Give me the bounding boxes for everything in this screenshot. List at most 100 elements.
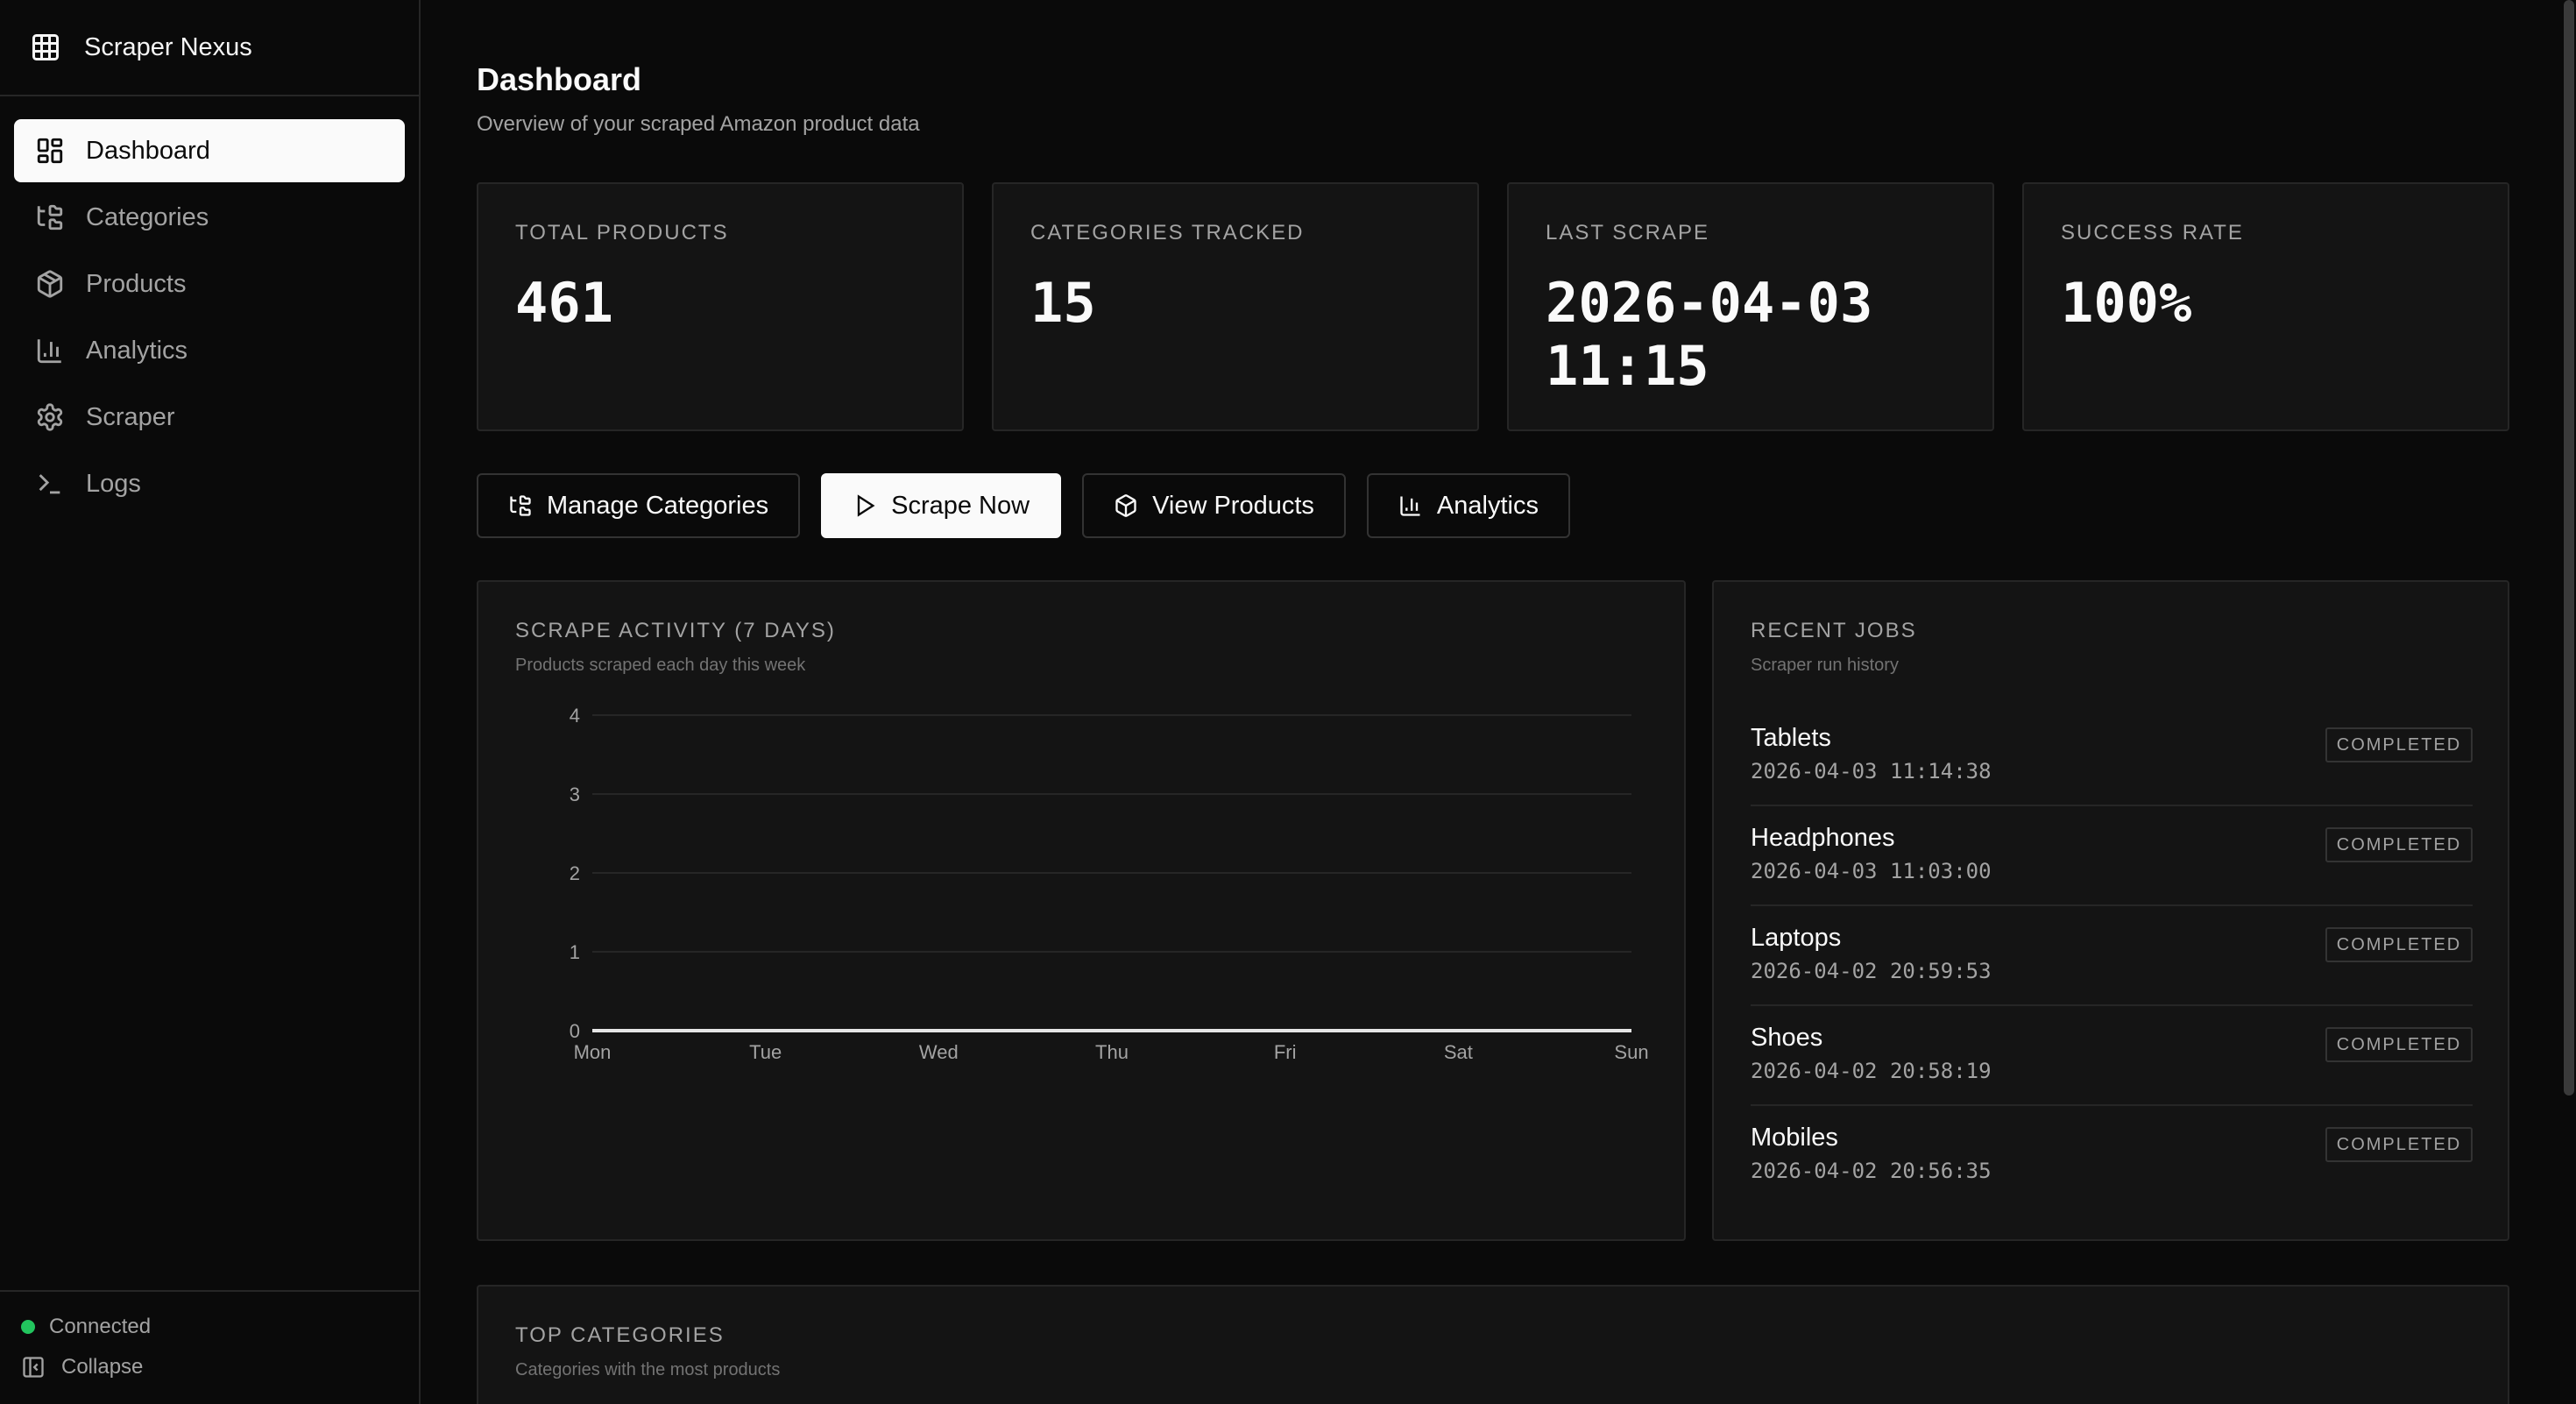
y-tick-label: 3 xyxy=(570,784,580,805)
status-badge: COMPLETED xyxy=(2325,927,2473,962)
stat-card-total-products: TOTAL PRODUCTS 461 xyxy=(477,182,964,431)
main-content: Dashboard Overview of your scraped Amazo… xyxy=(477,0,2509,1404)
categories-icon xyxy=(510,495,531,516)
status-badge: COMPLETED xyxy=(2325,1027,2473,1062)
x-tick-label: Mon xyxy=(574,1041,612,1063)
job-name: Shoes xyxy=(1751,1024,1823,1052)
job-time: 2026-04-03 11:14:38 xyxy=(1751,759,1992,784)
terminal-icon xyxy=(39,474,60,494)
job-row[interactable]: Headphones 2026-04-03 11:03:00 COMPLETED xyxy=(1751,806,2473,906)
collapse-label: Collapse xyxy=(61,1355,144,1379)
sidebar-item-label: Logs xyxy=(86,469,141,498)
page-scrollbar[interactable] xyxy=(2564,0,2574,1096)
x-tick-label: Tue xyxy=(749,1041,782,1063)
sidebar-item-products[interactable]: Products xyxy=(14,252,405,316)
page-subtitle: Overview of your scraped Amazon product … xyxy=(477,112,920,136)
button-label: View Products xyxy=(1152,491,1314,520)
job-row[interactable]: Mobiles 2026-04-02 20:56:35 COMPLETED xyxy=(1751,1106,2473,1206)
sidebar-item-label: Products xyxy=(86,269,187,298)
brand[interactable]: Scraper Nexus xyxy=(0,0,419,96)
status-badge: COMPLETED xyxy=(2325,727,2473,762)
x-tick-label: Thu xyxy=(1095,1041,1129,1063)
stat-value: 100% xyxy=(2061,271,2192,335)
grid-logo-icon xyxy=(32,34,59,60)
y-tick-label: 4 xyxy=(570,705,580,727)
app-name: Scraper Nexus xyxy=(84,32,252,61)
stat-label: LAST SCRAPE xyxy=(1546,221,1709,245)
dashboard-icon xyxy=(37,138,63,164)
scrape-now-button[interactable]: Scrape Now xyxy=(821,473,1062,538)
sidebar-item-scraper[interactable]: Scraper xyxy=(14,386,405,449)
stat-value: 461 xyxy=(515,271,613,335)
job-row[interactable]: Tablets 2026-04-03 11:14:38 COMPLETED xyxy=(1751,706,2473,806)
sidebar-nav: Dashboard Categories Products Analytics … xyxy=(14,119,405,519)
quick-actions: Manage Categories Scrape Now View Produc… xyxy=(477,473,1591,538)
y-tick-label: 1 xyxy=(570,941,580,963)
categories-icon xyxy=(37,204,63,230)
button-label: Manage Categories xyxy=(547,491,769,520)
x-tick-label: Fri xyxy=(1274,1041,1297,1063)
status-dot-icon xyxy=(21,1320,35,1334)
sidebar-item-label: Analytics xyxy=(86,336,188,365)
job-name: Headphones xyxy=(1751,824,1895,852)
sidebar: Scraper Nexus Dashboard Categories Produ… xyxy=(0,0,421,1404)
x-tick-label: Sat xyxy=(1444,1041,1473,1063)
play-icon xyxy=(857,494,875,517)
x-tick-label: Sun xyxy=(1614,1041,1648,1063)
view-products-button[interactable]: View Products xyxy=(1082,473,1346,538)
sidebar-item-dashboard[interactable]: Dashboard xyxy=(14,119,405,182)
analytics-button[interactable]: Analytics xyxy=(1366,473,1570,538)
stat-label: TOTAL PRODUCTS xyxy=(515,221,729,245)
stat-value: 2026-04-03 11:15 xyxy=(1546,271,1873,398)
job-time: 2026-04-02 20:56:35 xyxy=(1751,1159,1992,1183)
job-name: Mobiles xyxy=(1751,1124,1838,1152)
sidebar-item-label: Categories xyxy=(86,202,209,231)
job-time: 2026-04-03 11:03:00 xyxy=(1751,859,1992,883)
sidebar-item-logs[interactable]: Logs xyxy=(14,452,405,515)
package-icon xyxy=(37,270,63,298)
bar-chart-icon xyxy=(37,339,61,364)
y-tick-label: 0 xyxy=(570,1020,580,1042)
stat-card-last-scrape: LAST SCRAPE 2026-04-03 11:15 xyxy=(1507,182,1994,431)
app-root: Scraper Nexus Dashboard Categories Produ… xyxy=(0,0,2576,1404)
job-list: Tablets 2026-04-03 11:14:38 COMPLETED He… xyxy=(1751,706,2473,1206)
sidebar-item-label: Dashboard xyxy=(86,136,210,165)
panel-collapse-icon xyxy=(23,1357,44,1378)
job-name: Tablets xyxy=(1751,724,1831,752)
panel-subtitle: Scraper run history xyxy=(1751,656,1899,675)
connection-status: Connected xyxy=(21,1315,151,1339)
panel-title: TOP CATEGORIES xyxy=(515,1323,725,1347)
sidebar-item-analytics[interactable]: Analytics xyxy=(14,319,405,382)
page-title: Dashboard xyxy=(477,61,642,97)
panel-subtitle: Categories with the most products xyxy=(515,1360,781,1379)
job-row[interactable]: Laptops 2026-04-02 20:59:53 COMPLETED xyxy=(1751,906,2473,1006)
scrape-activity-panel: SCRAPE ACTIVITY (7 DAYS) Products scrape… xyxy=(477,580,1686,1241)
status-text: Connected xyxy=(49,1315,152,1338)
stat-card-success-rate: SUCCESS RATE 100% xyxy=(2022,182,2509,431)
sidebar-item-categories[interactable]: Categories xyxy=(14,186,405,249)
stat-card-categories-tracked: CATEGORIES TRACKED 15 xyxy=(992,182,1479,431)
sidebar-footer: Connected Collapse xyxy=(0,1290,419,1404)
x-tick-label: Wed xyxy=(919,1041,959,1063)
top-categories-panel: TOP CATEGORIES Categories with the most … xyxy=(477,1285,2509,1404)
button-label: Analytics xyxy=(1436,491,1539,520)
manage-categories-button[interactable]: Manage Categories xyxy=(477,473,801,538)
job-time: 2026-04-02 20:59:53 xyxy=(1751,959,1992,983)
stat-label: CATEGORIES TRACKED xyxy=(1030,221,1305,245)
status-badge: COMPLETED xyxy=(2325,827,2473,862)
job-time: 2026-04-02 20:58:19 xyxy=(1751,1059,1992,1083)
button-label: Scrape Now xyxy=(891,491,1030,520)
activity-chart: 0 1 2 3 4 Mon Tue Wed Thu Fri Sat Sun xyxy=(570,705,1649,1063)
gear-icon xyxy=(37,403,63,431)
status-badge: COMPLETED xyxy=(2325,1127,2473,1162)
recent-jobs-panel: RECENT JOBS Scraper run history Tablets … xyxy=(1712,580,2509,1241)
package-icon xyxy=(1115,494,1136,517)
job-name: Laptops xyxy=(1751,924,1842,952)
stat-value: 15 xyxy=(1030,271,1096,335)
panel-title: RECENT JOBS xyxy=(1751,619,1917,642)
stat-label: SUCCESS RATE xyxy=(2061,221,2244,245)
collapse-button[interactable]: Collapse xyxy=(21,1355,143,1379)
y-tick-label: 2 xyxy=(570,862,580,884)
job-row[interactable]: Shoes 2026-04-02 20:58:19 COMPLETED xyxy=(1751,1006,2473,1106)
sidebar-item-label: Scraper xyxy=(86,402,175,431)
